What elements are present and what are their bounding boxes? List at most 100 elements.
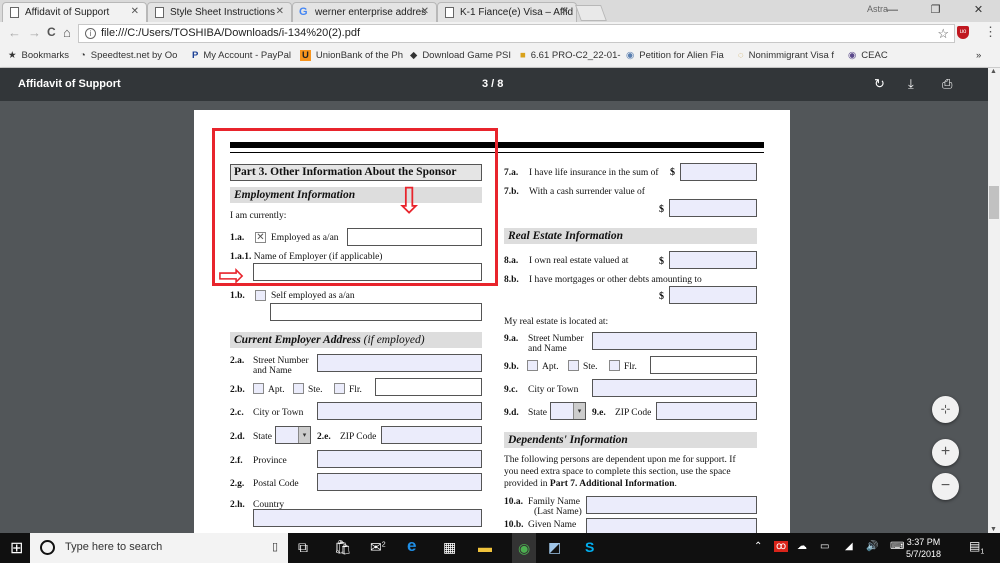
dependents-text: The following persons are dependent upon… — [504, 455, 736, 465]
close-tab-icon[interactable]: ✕ — [131, 6, 139, 17]
dependent-given-name-field[interactable] — [586, 518, 757, 533]
bookmark-item[interactable]: ◌ Nonimmigrant Visa f — [738, 50, 834, 61]
dependent-family-name-field[interactable] — [586, 496, 757, 514]
system-clock[interactable]: 3:37 PM 5/7/2018 — [906, 536, 941, 560]
bookmark-item[interactable]: P My Account - PayPal — [192, 50, 291, 61]
located-label: My real estate is located at: — [504, 317, 609, 327]
more-bookmarks-button[interactable]: » — [976, 50, 981, 61]
rotate-icon[interactable]: ↻ — [874, 76, 885, 92]
mail-icon[interactable]: ✉2 — [370, 539, 386, 556]
bookmark-item[interactable]: ◉ CEAC — [848, 50, 888, 61]
close-tab-icon[interactable]: ✕ — [276, 6, 284, 17]
close-tab-icon[interactable]: ✕ — [421, 6, 429, 17]
task-view-icon[interactable]: ⧉ — [298, 539, 308, 556]
real-estate-city-field[interactable] — [592, 379, 757, 397]
edge-icon[interactable]: e — [407, 536, 416, 556]
mortgage-label: I have mortgages or other debts amountin… — [529, 275, 702, 285]
ste-checkbox[interactable] — [568, 360, 579, 371]
apt-checkbox[interactable] — [253, 383, 264, 394]
microphone-icon[interactable]: ▯ — [272, 540, 278, 553]
tab-affidavit-of-support[interactable]: Affidavit of Support ✕ — [2, 2, 147, 22]
print-icon[interactable]: ⎙ — [942, 76, 952, 92]
windows-start-icon[interactable]: ⊞ — [10, 538, 23, 558]
file-explorer-icon[interactable]: ▬ — [478, 539, 492, 555]
tab-label: Affidavit of Support — [25, 7, 110, 18]
zoom-out-button[interactable]: − — [932, 473, 959, 500]
address-bar[interactable]: i file:///C:/Users/TOSHIBA/Downloads/i-1… — [78, 24, 955, 43]
cash-value-field[interactable] — [669, 199, 757, 217]
chrome-icon[interactable]: ◉ — [512, 533, 537, 563]
restore-button[interactable]: ❐ — [914, 0, 957, 22]
avira-icon[interactable]: ꝏ — [774, 541, 789, 552]
real-estate-state-dropdown[interactable]: ▾ — [550, 402, 586, 420]
employer-province-field[interactable] — [317, 450, 482, 468]
skype-icon[interactable]: S — [585, 539, 594, 555]
onedrive-icon[interactable]: ☁ — [797, 541, 807, 552]
bookmark-item[interactable]: ■ 6.61 PRO-C2_22-01- — [520, 50, 621, 61]
flr-checkbox[interactable] — [334, 383, 345, 394]
real-estate-unit-field[interactable] — [650, 356, 757, 374]
ublock-extension-icon[interactable]: uo — [957, 26, 969, 39]
action-center-icon[interactable]: ▤1 — [969, 539, 984, 555]
taskbar-search[interactable]: Type here to search ▯ — [30, 533, 288, 563]
employer-country-field[interactable] — [253, 509, 482, 527]
ste-checkbox[interactable] — [293, 383, 304, 394]
chevron-down-icon: ▾ — [573, 403, 585, 419]
forward-button[interactable]: → — [28, 25, 41, 40]
apt-checkbox[interactable] — [527, 360, 538, 371]
tab-k1-visa[interactable]: K-1 Fiance(e) Visa – Affid ✕ — [437, 2, 577, 22]
info-icon[interactable]: i — [85, 28, 96, 39]
close-window-button[interactable]: ✕ — [957, 0, 1000, 22]
employer-city-field[interactable] — [317, 402, 482, 420]
life-insurance-field[interactable] — [680, 163, 757, 181]
self-employed-field[interactable] — [270, 303, 482, 321]
volume-icon[interactable]: 🔊 — [866, 541, 878, 552]
bookmark-item[interactable]: ★ Bookmarks — [8, 50, 69, 61]
minimize-button[interactable]: — — [871, 0, 914, 22]
employer-postal-field[interactable] — [317, 473, 482, 491]
real-estate-street-field[interactable] — [592, 332, 757, 350]
show-hidden-icons-icon[interactable]: ⌃ — [754, 541, 762, 552]
bookmark-star-icon[interactable]: ☆ — [937, 26, 949, 42]
scroll-up-arrow-icon[interactable]: ▲ — [990, 68, 997, 75]
bookmark-item[interactable]: ◔ Speedtest.net by Oo — [80, 50, 177, 61]
mortgage-field[interactable] — [669, 286, 757, 304]
heading-text: Current Employer Address — [234, 334, 361, 346]
q-number: 2.b. — [230, 385, 245, 395]
download-icon[interactable]: ⤓ — [908, 76, 914, 92]
wifi-icon[interactable]: ◢ — [845, 541, 853, 552]
unionbank-icon: U — [300, 50, 311, 61]
tab-werner-search[interactable]: G werner enterprise addres ✕ — [292, 2, 437, 22]
tab-style-sheet[interactable]: Style Sheet Instructions ✕ — [147, 2, 292, 22]
bookmark-item[interactable]: ◉ Petition for Alien Fia — [626, 50, 724, 61]
scrollbar-thumb[interactable] — [989, 186, 999, 219]
store-icon[interactable]: 🛍 — [334, 539, 352, 556]
fit-page-button[interactable]: ⊹ — [932, 396, 959, 423]
flr-checkbox[interactable] — [609, 360, 620, 371]
bookmark-item[interactable]: ◆ Download Game PSI — [410, 50, 511, 61]
chrome-menu-icon[interactable]: ⋮ — [984, 24, 997, 40]
zoom-in-button[interactable]: + — [932, 439, 959, 466]
reload-button[interactable]: C — [47, 25, 56, 39]
new-tab-button[interactable] — [575, 5, 607, 21]
calculator-icon[interactable]: ▦ — [443, 539, 456, 556]
file-icon: ■ — [520, 50, 526, 61]
employer-street-field[interactable] — [317, 354, 482, 372]
real-estate-value-field[interactable] — [669, 251, 757, 269]
scroll-down-arrow-icon[interactable]: ▼ — [990, 526, 997, 533]
battery-icon[interactable]: ▭ — [820, 541, 829, 552]
vertical-scrollbar[interactable]: ▲ ▼ — [988, 68, 1000, 533]
q-number: 9.b. — [504, 362, 519, 372]
self-employed-checkbox[interactable] — [255, 290, 266, 301]
employer-zip-field[interactable] — [381, 426, 482, 444]
real-estate-zip-field[interactable] — [656, 402, 757, 420]
page-indicator[interactable]: 3 / 8 — [482, 78, 503, 90]
keyboard-icon[interactable]: ⌨ — [890, 541, 904, 552]
close-tab-icon[interactable]: ✕ — [561, 6, 569, 17]
bookmark-item[interactable]: U UnionBank of the Ph — [300, 50, 403, 61]
home-button[interactable]: ⌂ — [63, 25, 71, 40]
notes-app-icon[interactable]: ◩ — [548, 539, 561, 556]
employer-unit-field[interactable] — [375, 378, 482, 396]
employer-state-dropdown[interactable]: ▾ — [275, 426, 311, 444]
back-button[interactable]: ← — [8, 25, 21, 40]
